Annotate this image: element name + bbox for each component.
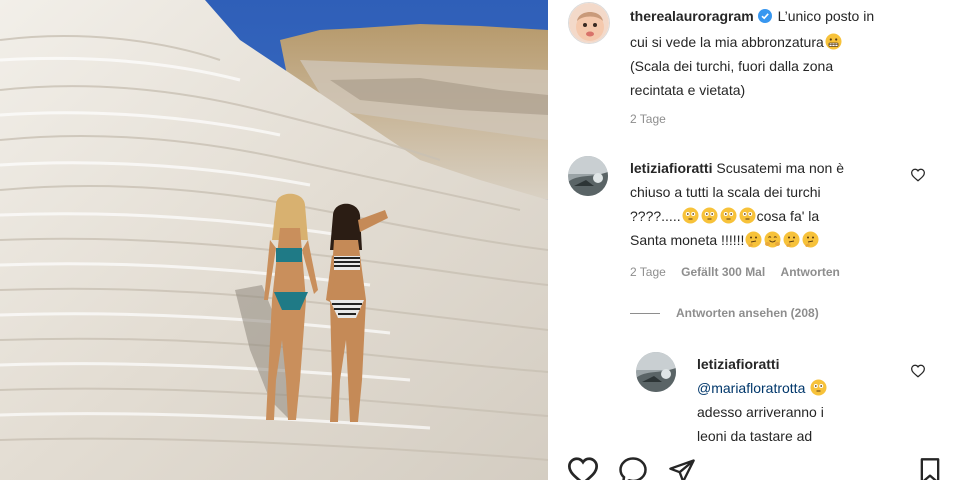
- instagram-post: therealauroragram L’unico posto in cui s…: [0, 0, 960, 480]
- author-username[interactable]: therealauroragram: [630, 8, 754, 24]
- thinking-emoji: [745, 231, 762, 248]
- comment-1-line-5: Santa moneta !!!!!!: [630, 232, 745, 248]
- reply-avatar[interactable]: [636, 352, 676, 392]
- comment-1-meta: 2 Tage Gefällt 300 Mal Antworten: [630, 265, 840, 279]
- view-replies-label: Antworten ansehen (208): [676, 306, 819, 320]
- replies-divider: [630, 313, 660, 315]
- flushed-emoji: [720, 207, 737, 224]
- hugging-emoji: [764, 231, 781, 248]
- landscape-avatar-icon: [568, 156, 608, 196]
- comment-1-line-1: Scusatemi ma non è: [716, 160, 844, 176]
- commenter-avatar[interactable]: [568, 156, 608, 196]
- comment-2: letiziafioratti @mariafloratrotta adesso…: [697, 352, 897, 448]
- comment-1-likes[interactable]: Gefällt 300 Mal: [681, 265, 765, 279]
- comment-1-username[interactable]: letiziafioratti: [630, 160, 712, 176]
- comment-2-like-heart-icon[interactable]: [910, 364, 926, 381]
- comment-2-username[interactable]: letiziafioratti: [697, 352, 897, 376]
- comment-1-time[interactable]: 2 Tage: [630, 265, 666, 279]
- flushed-emoji: [682, 207, 699, 224]
- flushed-emoji: [739, 207, 756, 224]
- post-photo[interactable]: [0, 0, 548, 480]
- landscape-avatar-icon: [636, 352, 676, 392]
- caption-line-3: (Scala dei turchi, fuori dalla zona: [630, 58, 834, 74]
- thinking-emoji: [783, 231, 800, 248]
- comment-2-line-1: adesso arriveranno i: [697, 404, 824, 420]
- post-caption: therealauroragram L’unico posto in cui s…: [630, 4, 950, 102]
- verified-badge-icon: [757, 6, 772, 30]
- comment-1-line-4: cosa fa' la: [756, 208, 820, 224]
- thinking-emoji: [802, 231, 819, 248]
- save-bookmark-icon[interactable]: [916, 457, 944, 480]
- baby-face-icon: [569, 3, 609, 43]
- author-avatar[interactable]: [568, 2, 610, 44]
- comment-1-line-2: chiuso a tutti la scala dei turchi: [630, 184, 821, 200]
- caption-line-4: recintata e vietata): [630, 82, 746, 98]
- like-button-heart-icon[interactable]: [566, 456, 600, 480]
- caption-line-2: cui si vede la mia abbronzatura: [630, 34, 824, 50]
- caption-time[interactable]: 2 Tage: [630, 112, 666, 126]
- comment-1-like-heart-icon[interactable]: [910, 168, 926, 185]
- comment-1-line-3: ????.....: [630, 208, 681, 224]
- flushed-emoji: [701, 207, 718, 224]
- flushed-emoji: [810, 379, 827, 396]
- comment-2-mention[interactable]: @mariafloratrotta: [697, 380, 805, 396]
- share-paper-plane-icon[interactable]: [666, 457, 698, 480]
- comment-1-reply-button[interactable]: Antworten: [781, 265, 840, 279]
- grimacing-emoji: [825, 33, 842, 50]
- caption-line-1: L’unico posto in: [777, 8, 875, 24]
- comment-2-line-2: leoni da tastare ad: [697, 428, 813, 444]
- comment-button-icon[interactable]: [617, 456, 649, 480]
- comment-1: letiziafioratti Scusatemi ma non è chius…: [630, 156, 890, 252]
- view-replies-button[interactable]: Antworten ansehen (208): [630, 306, 819, 320]
- post-image: [0, 0, 548, 480]
